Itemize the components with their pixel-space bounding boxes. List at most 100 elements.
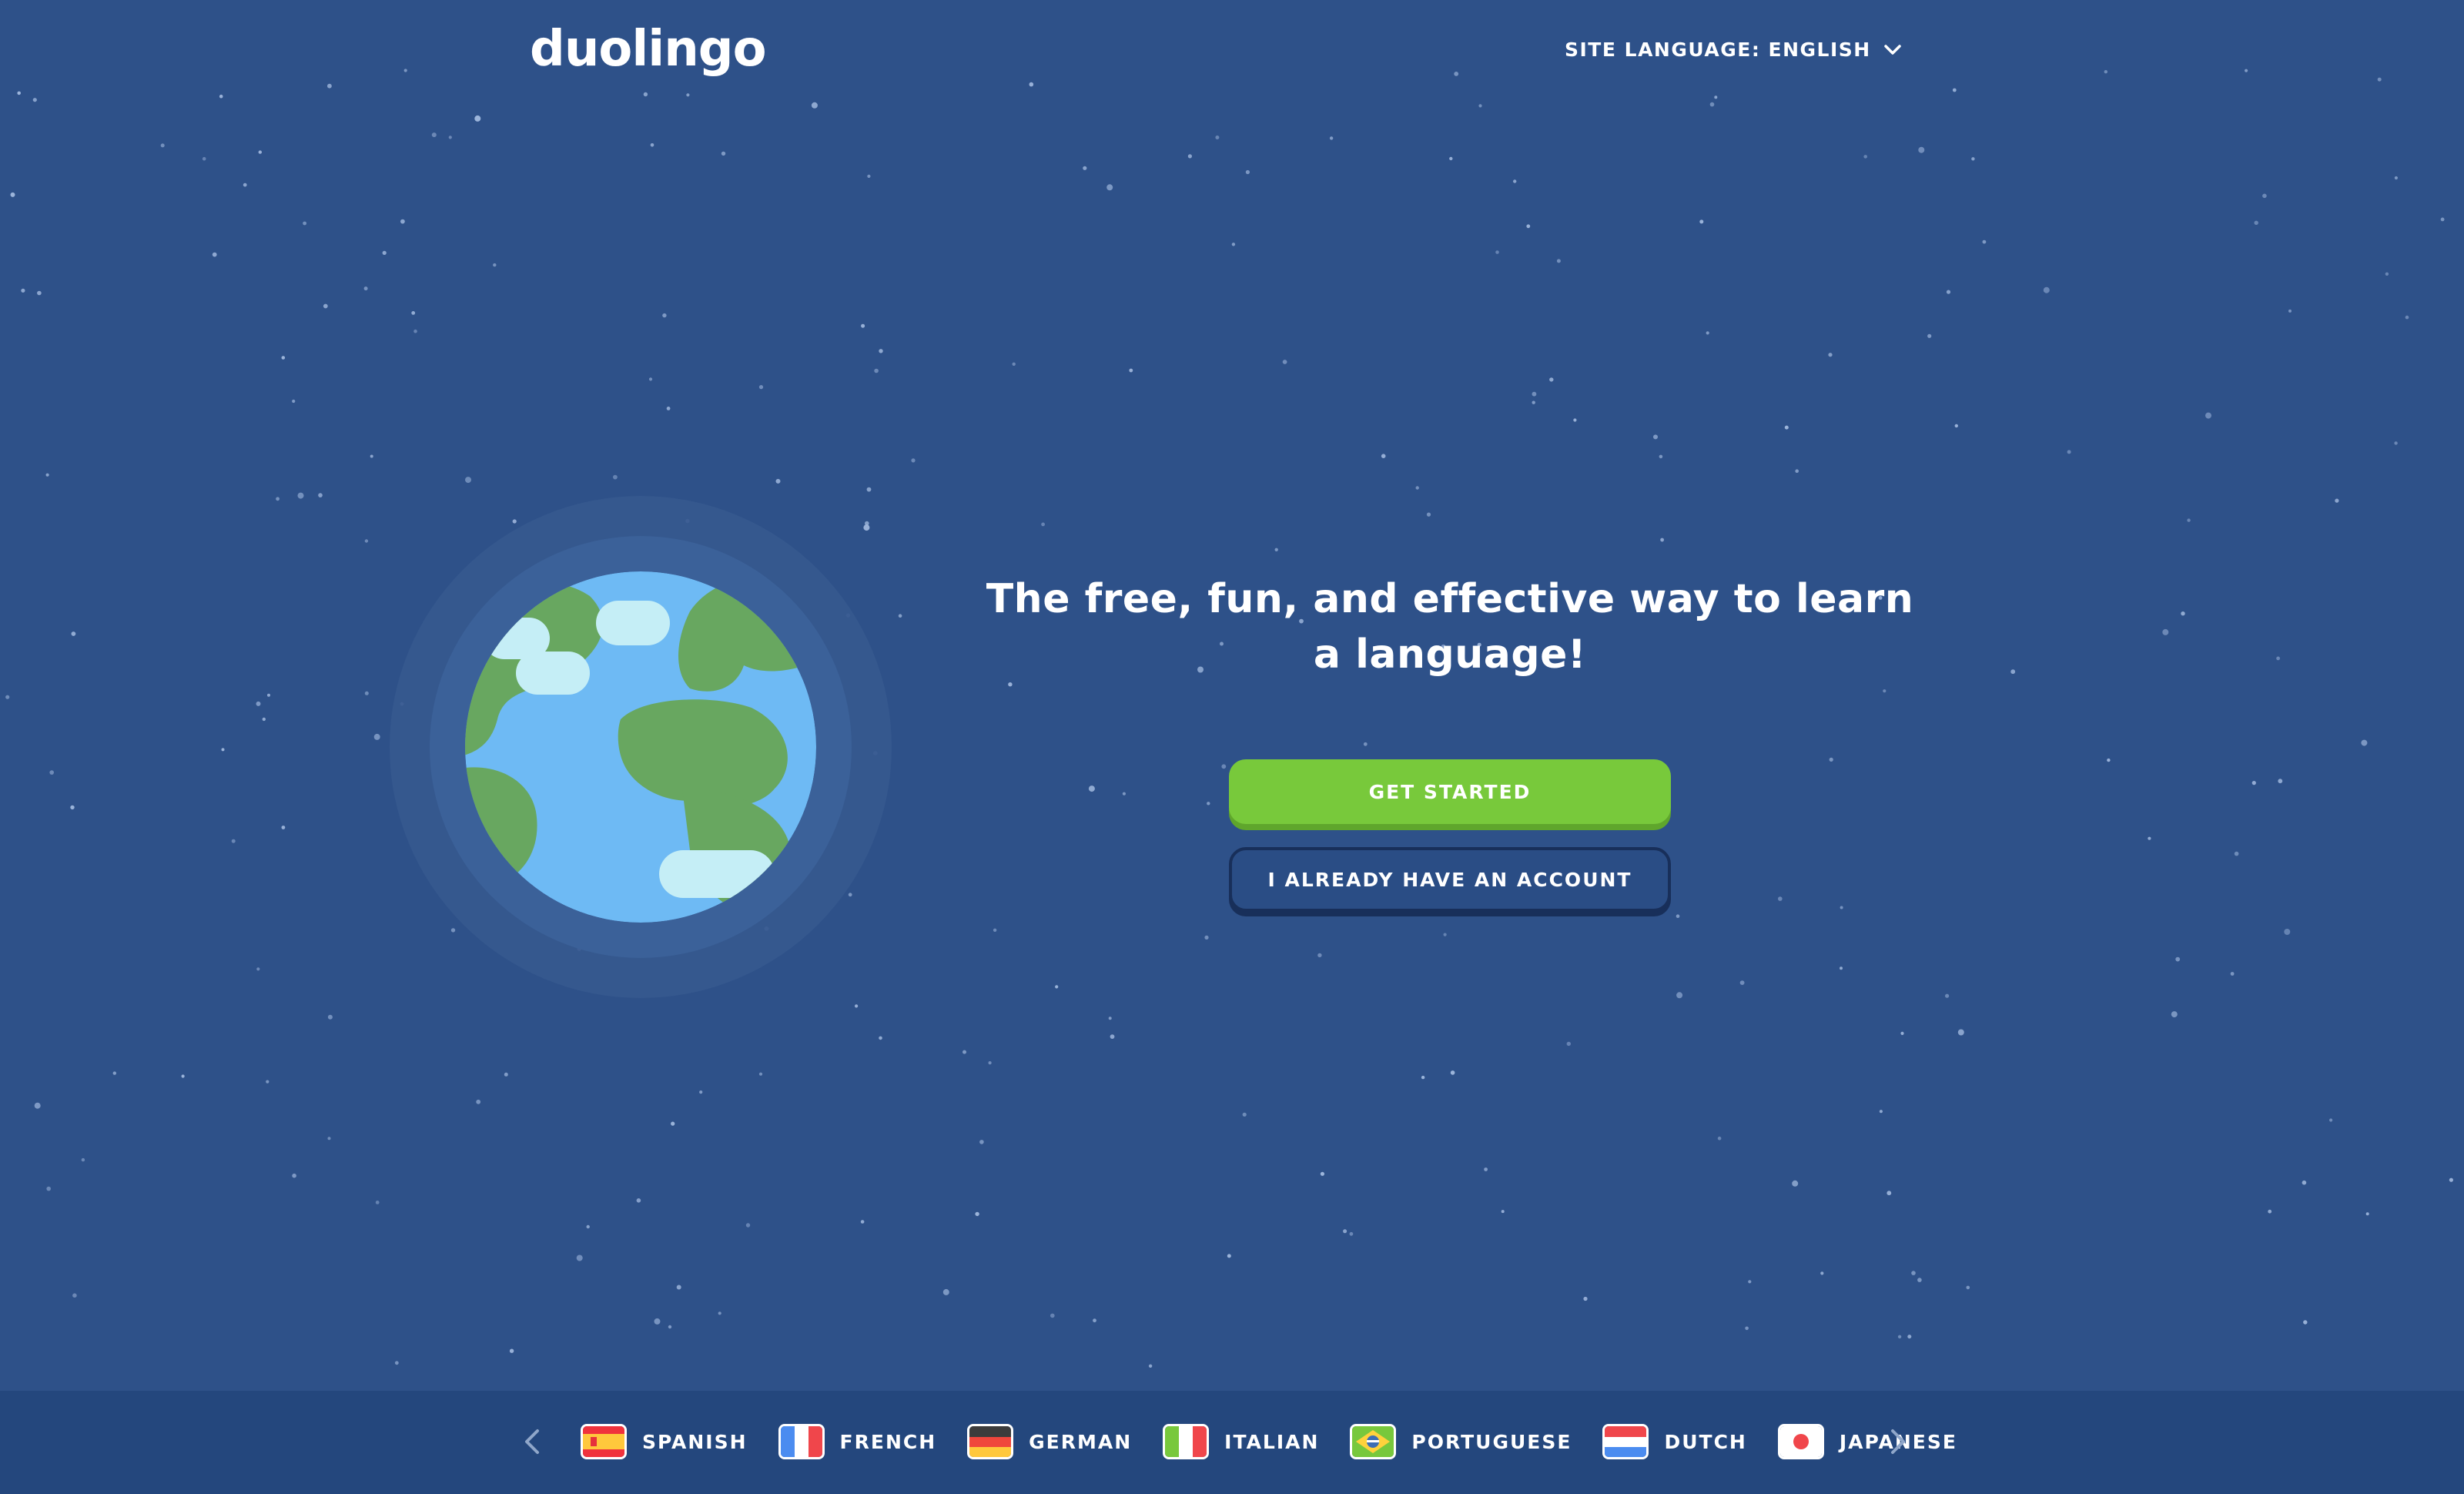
language-item-dutch[interactable]: DUTCH [1602, 1424, 1746, 1459]
star [370, 454, 373, 458]
star [911, 458, 916, 463]
star [1739, 980, 1745, 985]
star [811, 102, 818, 109]
star [879, 349, 883, 353]
star [2361, 739, 2368, 746]
star [1421, 1075, 1425, 1080]
star [5, 695, 10, 699]
star [2262, 193, 2267, 199]
star [202, 156, 206, 161]
star [1971, 157, 1975, 161]
star [1454, 72, 1459, 76]
star [1415, 486, 1419, 490]
star [1879, 1110, 1883, 1114]
star [1320, 1171, 1324, 1176]
star [493, 263, 497, 267]
star [636, 1198, 641, 1203]
star [576, 1254, 583, 1261]
language-label: FRENCH [839, 1430, 937, 1453]
language-item-portuguese[interactable]: PORTUGUESE [1350, 1424, 1572, 1459]
star [70, 805, 75, 810]
language-item-german[interactable]: GERMAN [967, 1424, 1132, 1459]
star [1526, 224, 1531, 229]
star [363, 286, 368, 291]
star [262, 717, 266, 722]
hero-headline: The free, fun, and effective way to lear… [986, 576, 1914, 678]
star [364, 691, 369, 695]
star [745, 1223, 751, 1228]
star [1748, 1280, 1752, 1284]
duolingo-logo[interactable]: duolingo [530, 18, 767, 80]
star [1583, 1296, 1588, 1301]
star [327, 1014, 333, 1020]
star [266, 1080, 270, 1084]
star [686, 93, 690, 97]
star [1207, 802, 1210, 806]
star [256, 967, 260, 971]
language-item-spanish[interactable]: SPANISH [581, 1424, 748, 1459]
star [988, 1061, 992, 1065]
star [1676, 992, 1683, 999]
language-item-japanese[interactable]: JAPANESE [1777, 1424, 1957, 1459]
star [267, 693, 270, 697]
star [327, 1137, 331, 1141]
star [1093, 1318, 1096, 1323]
star [318, 493, 323, 497]
star [411, 311, 416, 315]
star [2303, 1320, 2308, 1325]
star [1343, 1229, 1348, 1234]
star [1792, 1180, 1799, 1187]
star [474, 115, 481, 122]
star [643, 92, 648, 97]
language-item-italian[interactable]: ITALIAN [1163, 1424, 1319, 1459]
japan-flag-icon [1777, 1424, 1824, 1459]
star [231, 839, 236, 843]
star [758, 1072, 763, 1076]
star [1478, 104, 1482, 108]
star [1900, 1031, 1904, 1035]
star [1863, 155, 1867, 159]
star [1966, 1285, 1970, 1290]
star [975, 1211, 979, 1217]
star [1381, 454, 1386, 458]
star [1717, 1136, 1722, 1141]
earth-globe-illustration [390, 496, 892, 998]
star [1204, 935, 1209, 940]
spain-flag-icon [581, 1424, 627, 1459]
star [699, 1090, 703, 1094]
star [1274, 548, 1278, 551]
star [662, 313, 667, 318]
star [2278, 779, 2283, 784]
star [2251, 781, 2256, 786]
star [2107, 758, 2111, 762]
star [375, 1201, 380, 1204]
star [21, 288, 25, 293]
star [2230, 972, 2235, 976]
star [860, 1220, 865, 1224]
star [221, 748, 225, 752]
language-item-french[interactable]: FRENCH [778, 1424, 937, 1459]
star [1706, 331, 1709, 335]
star [1215, 136, 1220, 139]
star [1784, 425, 1789, 430]
star [2010, 669, 2016, 675]
star [181, 1074, 185, 1078]
chevron-left-icon[interactable] [514, 1423, 551, 1460]
star [1840, 966, 1843, 970]
star [671, 1121, 675, 1126]
have-account-button[interactable]: I ALREADY HAVE AN ACCOUNT [1229, 847, 1671, 912]
star [1148, 1364, 1153, 1368]
site-language-dropdown[interactable]: SITE LANGUAGE: ENGLISH [1565, 34, 1903, 65]
star [46, 1186, 51, 1191]
star [1918, 146, 1925, 153]
get-started-button[interactable]: GET STARTED [1229, 759, 1671, 824]
star [898, 614, 902, 618]
star [448, 136, 452, 139]
star [1945, 993, 1950, 998]
chevron-right-icon[interactable] [1879, 1423, 1916, 1460]
star [81, 1157, 85, 1162]
star [1883, 689, 1886, 693]
star [2043, 286, 2050, 293]
language-label: DUTCH [1664, 1430, 1747, 1453]
star [2181, 611, 2185, 616]
